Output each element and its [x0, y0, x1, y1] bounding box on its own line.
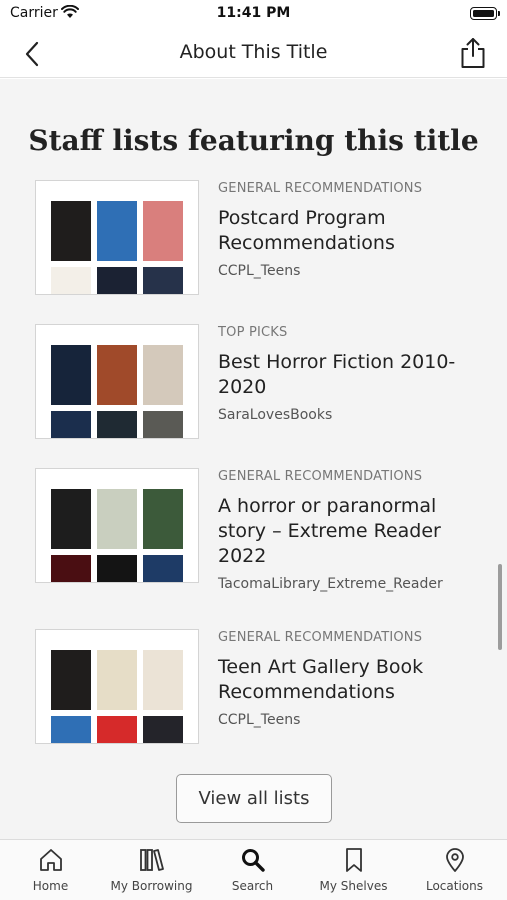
list-category: GENERAL RECOMMENDATIONS [218, 630, 423, 645]
book-cover [143, 555, 183, 582]
list-category: GENERAL RECOMMENDATIONS [218, 469, 423, 484]
status-bar: Carrier 11:41 PM [0, 0, 507, 28]
book-cover [51, 411, 91, 438]
list-title: A horror or paranormal story – Extreme R… [218, 495, 441, 567]
book-cover [51, 650, 91, 710]
tab-locations[interactable]: Locations [404, 840, 505, 900]
book-cover [143, 201, 183, 261]
book-cover [97, 267, 137, 294]
list-cover-collage [35, 324, 199, 439]
tab-label: Locations [425, 879, 483, 893]
book-cover [97, 555, 137, 582]
list-title: Best Horror Fiction 2010-2020 [218, 351, 456, 398]
book-cover [97, 201, 137, 261]
book-cover [51, 716, 91, 743]
list-cover-collage [35, 180, 199, 295]
list-owner: CCPL_Teens [218, 712, 301, 728]
book-cover [97, 411, 137, 438]
book-cover [143, 489, 183, 549]
books-icon [139, 849, 164, 871]
tab-my-shelves[interactable]: My Shelves [303, 840, 404, 900]
list-category: TOP PICKS [218, 325, 288, 340]
view-all-lists-button[interactable]: View all lists [176, 774, 332, 823]
location-pin-icon [445, 848, 464, 872]
book-cover [143, 650, 183, 710]
list-owner: CCPL_Teens [218, 263, 301, 279]
page-title: About This Title [179, 41, 328, 63]
book-cover [97, 650, 137, 710]
list-owner: TacomaLibrary_Extreme_Reader [218, 576, 443, 592]
list-title: Teen Art Gallery Book Recommendations [218, 656, 424, 703]
list-cover-collage [35, 629, 199, 744]
list-title: Postcard Program Recommendations [218, 207, 395, 254]
book-cover [51, 201, 91, 261]
list-owner: SaraLovesBooks [218, 407, 333, 423]
book-cover [143, 267, 183, 294]
book-cover [51, 489, 91, 549]
tab-label: My Shelves [319, 879, 388, 893]
content-area[interactable]: Staff lists featuring this title GENERAL… [0, 79, 507, 839]
search-icon [241, 849, 265, 872]
book-cover [51, 267, 91, 294]
tab-my-borrowing[interactable]: My Borrowing [101, 840, 202, 900]
section-title: Staff lists featuring this title [28, 124, 479, 157]
book-cover [143, 716, 183, 743]
bookmark-icon [345, 848, 362, 872]
book-cover [143, 345, 183, 405]
book-cover [143, 411, 183, 438]
share-button[interactable] [459, 37, 487, 69]
book-cover [97, 716, 137, 743]
list-cover-collage [35, 468, 199, 583]
tab-label: My Borrowing [110, 879, 193, 893]
tab-bar: Home My Borrowing Search My Shelves Loca… [0, 839, 507, 900]
share-icon [461, 38, 485, 68]
list-category: GENERAL RECOMMENDATIONS [218, 181, 423, 196]
battery-icon [470, 7, 500, 20]
tab-home[interactable]: Home [0, 840, 101, 900]
book-cover [97, 489, 137, 549]
home-icon [39, 849, 62, 871]
tab-search[interactable]: Search [202, 840, 303, 900]
book-cover [51, 555, 91, 582]
scrollbar-thumb[interactable] [498, 564, 502, 650]
nav-bar: About This Title [0, 28, 507, 78]
book-cover [97, 345, 137, 405]
clock: 11:41 PM [216, 5, 291, 21]
tab-label: Search [231, 879, 274, 893]
book-cover [51, 345, 91, 405]
tab-label: Home [32, 879, 69, 893]
